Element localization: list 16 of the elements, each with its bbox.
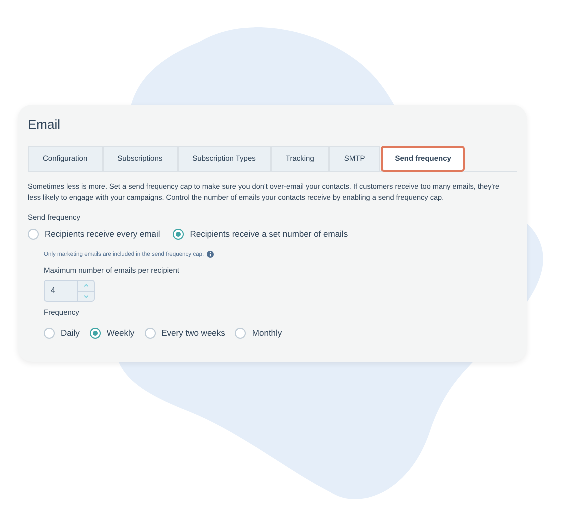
radio-option[interactable]: Recipients receive every email	[28, 228, 160, 240]
radio-option[interactable]: Recipients receive a set number of emails	[173, 228, 348, 240]
radio-option[interactable]: Daily	[44, 326, 80, 340]
info-icon	[207, 251, 214, 258]
radio-button[interactable]	[173, 228, 184, 240]
radio-button[interactable]	[90, 328, 101, 339]
radio-button[interactable]	[235, 328, 246, 339]
number-value: 4	[50, 285, 56, 298]
radio-option[interactable]: Monthly	[235, 326, 282, 340]
radio-option[interactable]: Weekly	[90, 326, 135, 340]
radio-button[interactable]	[28, 228, 39, 240]
radio-option[interactable]: Every two weeks	[144, 326, 226, 340]
number-stepper[interactable]: 4	[44, 280, 95, 302]
card-title: Email	[28, 116, 62, 134]
radio-button[interactable]	[144, 328, 156, 339]
radio-button[interactable]	[44, 328, 55, 339]
